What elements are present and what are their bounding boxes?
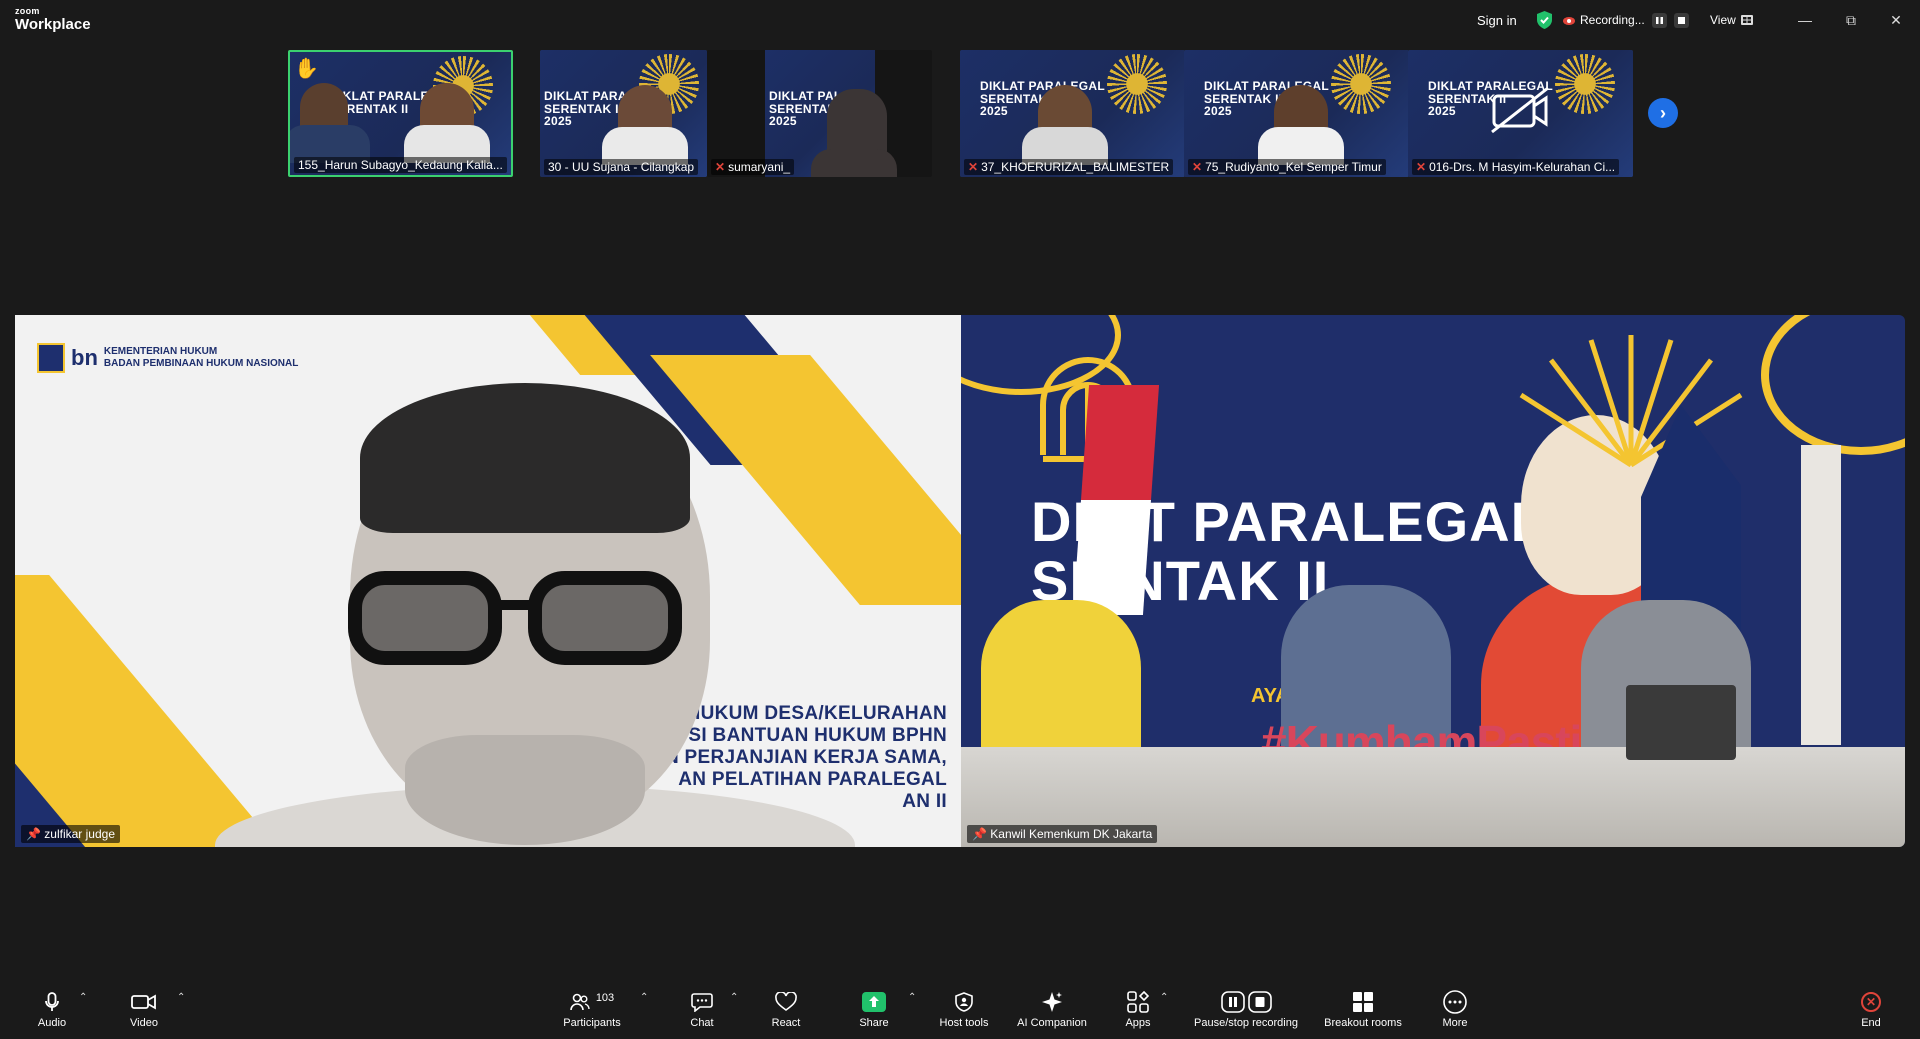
mic-muted-icon: ✕ [1416, 160, 1427, 174]
video-off-icon [1491, 86, 1549, 134]
participants-icon [570, 993, 590, 1010]
participant-thumbnail[interactable]: DIKLAT PARALEGAL SERENTAK II 2025 ✕ 75_Rudi… [1184, 50, 1409, 177]
audio-options-chevron-icon[interactable]: ⌃ [79, 992, 87, 1003]
shield-check-icon[interactable] [1536, 11, 1553, 29]
logo-line-2: BADAN PEMBINAAN HUKUM NASIONAL [103, 358, 299, 369]
sign-in-button[interactable]: Sign in [1477, 0, 1517, 40]
heart-react-icon [775, 991, 797, 1011]
logo-top: zoom [15, 6, 40, 16]
mic-muted-icon: ✕ [968, 160, 979, 174]
end-close-icon: ✕ [1861, 991, 1881, 1012]
zoom-logo: zoom Workplace [15, 6, 91, 33]
pause-recording-icon[interactable] [1651, 12, 1667, 28]
video-options-chevron-icon[interactable]: ⌃ [177, 992, 185, 1003]
pause-icon [1220, 990, 1245, 1013]
participant-name: ✕ 75_Rudiyanto_Kel Semper Timur [1188, 159, 1386, 175]
participant-thumbnail[interactable]: DIKLAT PAI SERENTAK 2025 ✕ sumaryani_ [707, 50, 932, 177]
participant-name: 30 - UU Sujana - Cilangkap [544, 159, 699, 175]
more-icon [1443, 989, 1467, 1014]
logo-line-1: KEMENTERIAN HUKUM [103, 346, 218, 357]
share-button[interactable]: Share [858, 980, 890, 1039]
audio-button[interactable]: Audio [35, 980, 69, 1039]
video-camera-icon [131, 993, 156, 1010]
apps-options-chevron-icon[interactable]: ⌃ [1160, 992, 1168, 1003]
chat-options-chevron-icon[interactable]: ⌃ [730, 992, 738, 1003]
participant-name: ✕ sumaryani_ [711, 159, 795, 175]
apps-button[interactable]: Apps [1124, 980, 1152, 1039]
kementerian-hukum-logo: bn KEMENTERIAN HUKUM BADAN PEMBINAAN HUK… [37, 343, 298, 373]
participant-thumbnail[interactable]: DIKLAT PARALEGAL SERENTAK II 2025 ✕ 37_KHOE… [960, 50, 1185, 177]
recording-label: Recording... [1580, 13, 1645, 27]
participant-thumbnail[interactable]: DIKLAT PARA SERENTAK II 2025 30 - UU Sujan… [540, 50, 707, 177]
speaker-glasses [348, 571, 682, 665]
next-page-chevron-icon[interactable]: › [1648, 98, 1678, 128]
title-bar: zoom Workplace Sign in Recording... View… [0, 0, 1920, 44]
stop-icon [1247, 990, 1272, 1013]
participant-name-label: 📌 Kanwil Kemenkum DK Jakarta [967, 825, 1158, 843]
close-icon[interactable]: ✕ [1884, 8, 1908, 32]
video-tile-main-right[interactable]: DI AT PARALEGAL SE NTAK II AYAH KE UM #K… [961, 315, 1905, 847]
chat-button[interactable]: Chat [688, 980, 716, 1039]
participant-name: ✕ 016-Drs. M Hasyim-Kelurahan Ci... [1412, 159, 1620, 175]
end-meeting-button[interactable]: ✕ End [1858, 980, 1884, 1039]
microphone-icon [45, 991, 59, 1011]
view-label: View [1710, 13, 1736, 27]
participants-button[interactable]: 103 Participants [560, 980, 624, 1039]
mascot-headdress [1519, 335, 1743, 468]
recording-indicator: Recording... [1562, 0, 1689, 40]
more-button[interactable]: More [1441, 980, 1469, 1039]
participant-name-label: 📌 zulfikar judge [21, 825, 120, 843]
video-button[interactable]: Video [127, 980, 161, 1039]
bphn-mark: bn [71, 345, 98, 370]
logo-bottom: Workplace [15, 16, 91, 33]
react-button[interactable]: React [770, 980, 802, 1039]
apps-icon [1127, 990, 1149, 1013]
meeting-toolbar: Audio ⌃ Video ⌃ 103 Participants ⌃ Chat … [0, 980, 1920, 1039]
stop-recording-icon[interactable] [1673, 12, 1689, 28]
mic-muted-icon: ✕ [715, 160, 726, 174]
pause-stop-recording-button[interactable]: Pause/stop recording [1188, 980, 1304, 1039]
participant-name: 155_Harun Subagyo_Kedaung Kalia... [294, 157, 507, 173]
grid-view-icon [1740, 15, 1753, 25]
participant-name: ✕ 37_KHOERURIZAL_BALIMESTER [964, 159, 1174, 175]
laptop [1626, 685, 1736, 760]
ai-companion-button[interactable]: AI Companion [1013, 980, 1091, 1039]
mic-muted-icon: ✕ [1192, 160, 1203, 174]
ai-sparkle-icon [1042, 991, 1062, 1012]
minimize-icon[interactable]: — [1793, 8, 1817, 32]
restore-icon[interactable]: ⧉ [1839, 8, 1863, 32]
raised-hand-icon: ✋ [294, 58, 319, 80]
participant-thumbnail[interactable]: DIKLAT PARALEGAL SERENTAK II 2025 ✕ 016-Drs… [1408, 50, 1633, 177]
host-tools-button[interactable]: Host tools [936, 980, 992, 1039]
share-options-chevron-icon[interactable]: ⌃ [908, 992, 916, 1003]
video-tile-main-left[interactable]: bn KEMENTERIAN HUKUM BADAN PEMBINAAN HUK… [15, 315, 961, 847]
shield-icon [955, 991, 973, 1012]
share-screen-icon [862, 991, 886, 1012]
breakout-rooms-button[interactable]: Breakout rooms [1321, 980, 1405, 1039]
chat-icon [691, 992, 713, 1012]
view-button[interactable]: View [1710, 0, 1753, 40]
participants-count: 103 [595, 991, 615, 1004]
cloud-record-icon [1563, 17, 1575, 25]
participant-thumbnail[interactable]: DIKLAT PARALEGA SERENTAK II ✋ 155_Harun S… [288, 50, 513, 177]
participants-options-chevron-icon[interactable]: ⌃ [640, 992, 648, 1003]
breakout-rooms-icon [1353, 991, 1373, 1012]
